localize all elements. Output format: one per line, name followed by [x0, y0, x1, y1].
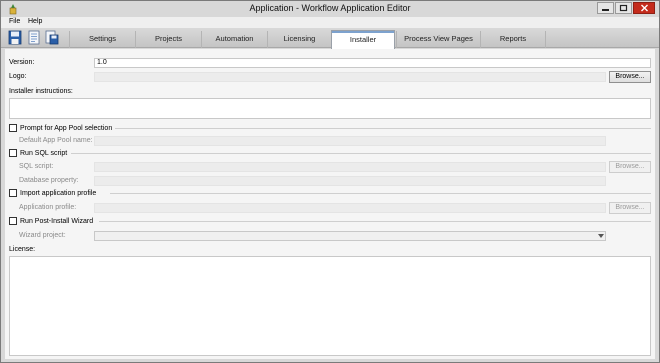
database-property-label: Database property: — [19, 177, 79, 184]
sql-browse-button[interactable]: Browse... — [609, 161, 651, 173]
sql-checkbox[interactable] — [9, 149, 17, 157]
wizard-checkbox[interactable] — [9, 217, 17, 225]
version-label: Version: — [9, 59, 35, 66]
installer-instructions-textarea[interactable] — [9, 98, 651, 119]
maximize-icon — [619, 4, 628, 12]
menu-file[interactable]: File — [9, 18, 20, 25]
window-title: Application - Workflow Application Edito… — [249, 3, 411, 13]
import-profile-checkbox-row[interactable]: Import application profile — [9, 188, 96, 198]
application-profile-input[interactable] — [94, 203, 606, 213]
default-app-pool-input[interactable] — [94, 136, 606, 146]
title-bar: Application - Workflow Application Edito… — [1, 1, 659, 17]
version-input[interactable]: 1.0 — [94, 58, 651, 68]
sql-script-label: SQL script: — [19, 163, 54, 170]
tab-projects[interactable]: Projects — [135, 31, 201, 48]
app-pool-checkbox-label: Prompt for App Pool selection — [20, 124, 113, 132]
sql-script-input[interactable] — [94, 162, 606, 172]
wizard-project-label: Wizard project: — [19, 232, 66, 239]
database-property-input[interactable] — [94, 176, 606, 186]
tab-settings[interactable]: Settings — [69, 31, 135, 48]
tab-process-view-pages[interactable]: Process View Pages — [396, 31, 480, 48]
open-icon[interactable] — [27, 30, 41, 45]
application-profile-label: Application profile: — [19, 204, 77, 211]
logo-label: Logo: — [9, 73, 27, 80]
save-as-icon[interactable] — [45, 30, 59, 45]
toolbar-tab-strip: Settings Projects Automation Licensing I… — [1, 28, 659, 49]
logo-input[interactable] — [94, 72, 606, 82]
menu-help[interactable]: Help — [28, 18, 42, 25]
maximize-button[interactable] — [615, 2, 632, 14]
import-profile-checkbox[interactable] — [9, 189, 17, 197]
close-icon — [640, 4, 648, 12]
app-window: Application - Workflow Application Edito… — [0, 0, 660, 363]
tab-reports[interactable]: Reports — [480, 31, 546, 48]
installer-panel: Version: 1.0 Logo: Browse... Installer i… — [5, 49, 655, 359]
chevron-down-icon — [596, 232, 605, 240]
tab-licensing[interactable]: Licensing — [267, 31, 331, 48]
logo-browse-button[interactable]: Browse... — [609, 71, 651, 83]
wizard-project-dropdown[interactable] — [94, 231, 606, 241]
default-app-pool-label: Default App Pool name: — [19, 137, 93, 144]
sql-separator — [71, 153, 651, 154]
menu-bar: File Help — [1, 17, 659, 28]
minimize-icon — [602, 9, 609, 11]
sql-checkbox-label: Run SQL script — [20, 149, 68, 157]
sql-checkbox-row[interactable]: Run SQL script — [9, 148, 67, 158]
tab-installer[interactable]: Installer — [331, 30, 395, 49]
minimize-button[interactable] — [597, 2, 614, 14]
tab-automation[interactable]: Automation — [201, 31, 267, 48]
app-pool-checkbox-row[interactable]: Prompt for App Pool selection — [9, 123, 112, 133]
save-icon[interactable] — [8, 30, 22, 45]
wizard-checkbox-row[interactable]: Run Post-Install Wizard — [9, 216, 93, 226]
installer-instructions-label: Installer instructions: — [9, 88, 73, 95]
wizard-separator — [99, 221, 651, 222]
license-label: License: — [9, 246, 36, 253]
wizard-checkbox-label: Run Post-Install Wizard — [20, 217, 94, 225]
app-pool-separator — [115, 128, 651, 129]
app-pool-checkbox[interactable] — [9, 124, 17, 132]
profile-browse-button[interactable]: Browse... — [609, 202, 651, 214]
import-profile-separator — [110, 193, 651, 194]
license-textarea[interactable] — [9, 256, 651, 356]
close-button[interactable] — [633, 2, 655, 14]
import-profile-checkbox-label: Import application profile — [20, 189, 97, 197]
